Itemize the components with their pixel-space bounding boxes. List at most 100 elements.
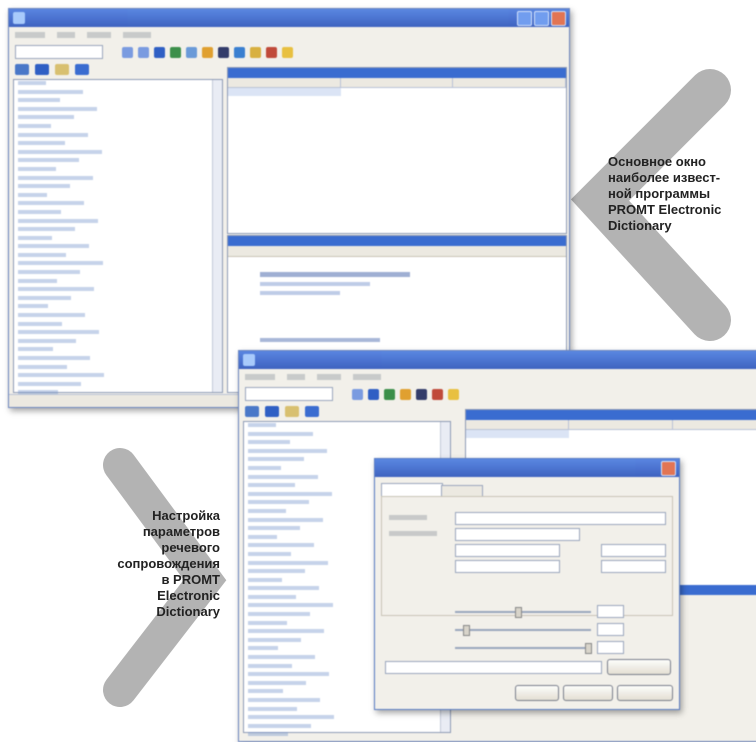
list-item[interactable] <box>14 278 222 287</box>
list-item[interactable] <box>14 321 222 330</box>
tab-english[interactable] <box>381 483 443 496</box>
list-item[interactable] <box>244 422 450 431</box>
list-item[interactable] <box>14 157 222 166</box>
help-button[interactable] <box>617 685 673 701</box>
list-item[interactable] <box>14 286 222 295</box>
menu-item[interactable] <box>123 32 151 38</box>
list-item[interactable] <box>14 114 222 123</box>
menu-item[interactable] <box>57 32 75 38</box>
list-item[interactable] <box>14 243 222 252</box>
toolbar-icon[interactable] <box>432 388 443 400</box>
list-item[interactable] <box>14 303 222 312</box>
home-icon[interactable] <box>265 405 279 417</box>
toolbar-icon[interactable] <box>234 46 245 58</box>
list-item[interactable] <box>244 448 450 457</box>
rate-slider[interactable] <box>455 643 592 654</box>
dictionary-combo[interactable] <box>15 45 103 59</box>
list-item[interactable] <box>14 140 222 149</box>
pitch-value[interactable] <box>597 623 624 636</box>
tab-icon[interactable] <box>15 63 29 75</box>
list-item[interactable] <box>244 723 450 732</box>
gender-select[interactable] <box>455 544 560 557</box>
list-item[interactable] <box>14 149 222 158</box>
rate-value[interactable] <box>597 641 624 654</box>
list-item[interactable] <box>14 269 222 278</box>
scrollbar[interactable] <box>212 80 222 392</box>
tab-icon[interactable] <box>245 405 259 417</box>
volume-value[interactable] <box>597 605 624 618</box>
menu-item[interactable] <box>245 374 275 380</box>
list-item[interactable] <box>244 731 450 740</box>
menu-item[interactable] <box>317 374 341 380</box>
list-item[interactable] <box>244 431 450 440</box>
list-item[interactable] <box>14 200 222 209</box>
list-item[interactable] <box>14 183 222 192</box>
home-icon[interactable] <box>368 388 379 400</box>
list-item[interactable] <box>14 381 222 390</box>
tab-icon[interactable] <box>285 405 299 417</box>
toolbar-icon[interactable] <box>202 46 213 58</box>
tab-russian[interactable] <box>441 485 483 496</box>
list-item[interactable] <box>14 106 222 115</box>
list-item[interactable] <box>14 329 222 338</box>
list-item[interactable] <box>14 252 222 261</box>
pitch-slider[interactable] <box>455 625 591 636</box>
back-icon[interactable] <box>122 46 133 58</box>
menu-item[interactable] <box>15 32 45 38</box>
list-item[interactable] <box>14 97 222 106</box>
toolbar-icon[interactable] <box>448 388 459 400</box>
forward-icon[interactable] <box>138 46 149 58</box>
list-item[interactable] <box>14 312 222 321</box>
menu-item[interactable] <box>87 32 111 38</box>
home-icon[interactable] <box>35 63 49 75</box>
list-item[interactable] <box>14 295 222 304</box>
list-item[interactable] <box>14 346 222 355</box>
toolbar-icon[interactable] <box>266 46 277 58</box>
list-item[interactable] <box>14 80 222 89</box>
pronunciation-field[interactable] <box>455 528 580 541</box>
list-item[interactable] <box>14 338 222 347</box>
minimize-icon[interactable] <box>517 11 532 26</box>
volume-slider[interactable] <box>455 607 591 618</box>
toolbar-icon[interactable] <box>400 388 411 400</box>
cancel-button[interactable] <box>563 685 613 701</box>
list-item[interactable] <box>14 123 222 132</box>
voice-select[interactable] <box>455 512 666 525</box>
list-item[interactable] <box>14 192 222 201</box>
list-item[interactable] <box>14 175 222 184</box>
list-item[interactable] <box>14 218 222 227</box>
word-list[interactable] <box>13 79 223 403</box>
tab-icon[interactable] <box>305 405 319 417</box>
style-select[interactable] <box>455 560 560 573</box>
close-icon[interactable] <box>661 461 676 476</box>
toolbar-icon[interactable] <box>186 46 197 58</box>
menu-item[interactable] <box>287 374 305 380</box>
list-item[interactable] <box>14 260 222 269</box>
list-item[interactable] <box>14 166 222 175</box>
list-item[interactable] <box>14 89 222 98</box>
list-item[interactable] <box>14 226 222 235</box>
list-item[interactable] <box>244 439 450 448</box>
table-row[interactable] <box>466 430 756 438</box>
toolbar-icon[interactable] <box>416 388 427 400</box>
mode-select[interactable] <box>601 560 666 573</box>
back-icon[interactable] <box>352 388 363 400</box>
list-item[interactable] <box>14 364 222 373</box>
list-item[interactable] <box>244 714 450 723</box>
dictionary-combo[interactable] <box>245 387 333 401</box>
list-item[interactable] <box>14 372 222 381</box>
toolbar-icon[interactable] <box>218 46 229 58</box>
home-icon[interactable] <box>154 46 165 58</box>
toolbar-icon[interactable] <box>250 46 261 58</box>
age-select[interactable] <box>601 544 666 557</box>
menu-item[interactable] <box>353 374 381 380</box>
table-row[interactable] <box>228 88 566 96</box>
ok-button[interactable] <box>515 685 559 701</box>
tab-icon[interactable] <box>55 63 69 75</box>
list-item[interactable] <box>14 355 222 364</box>
list-item[interactable] <box>14 209 222 218</box>
list-item[interactable] <box>14 235 222 244</box>
list-item[interactable] <box>14 132 222 141</box>
maximize-icon[interactable] <box>534 11 549 26</box>
book-icon[interactable] <box>170 46 181 58</box>
